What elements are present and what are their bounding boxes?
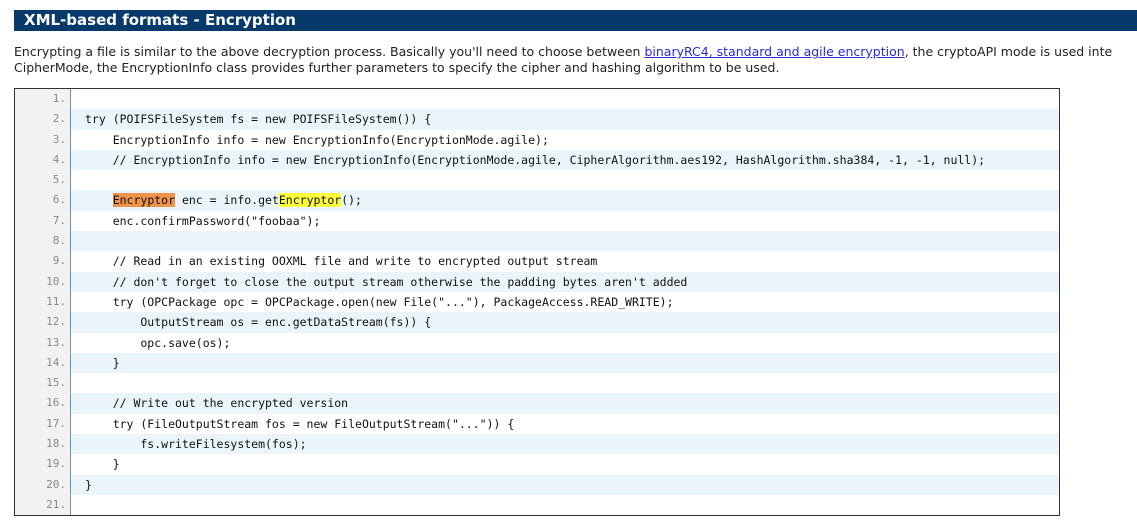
code-text: opc.save(os);: [71, 332, 1059, 353]
code-line: 17. try (FileOutputStream fos = new File…: [15, 413, 1059, 435]
line-number: 19.: [15, 454, 71, 475]
section-header: XML-based formats - Encryption: [14, 10, 1137, 31]
code-line: 7. enc.confirmPassword("foobaa");: [15, 210, 1059, 232]
intro-text-end: , the cryptoAPI mode is used inte: [904, 44, 1113, 59]
code-line: 4. // EncryptionInfo info = new Encrypti…: [15, 149, 1059, 171]
line-number: 2.: [15, 109, 71, 130]
code-text: try (POIFSFileSystem fs = new POIFSFileS…: [71, 109, 1059, 130]
line-number: 8.: [15, 231, 71, 252]
line-number: 16.: [15, 393, 71, 414]
code-line: 21.: [15, 494, 1059, 515]
line-number: 20.: [15, 474, 71, 495]
code-text: [71, 170, 1059, 191]
code-line: 9. // Read in an existing OOXML file and…: [15, 251, 1059, 272]
code-line: 18. fs.writeFilesystem(fos);: [15, 434, 1059, 455]
code-text: // Write out the encrypted version: [71, 393, 1059, 414]
line-number: 17.: [15, 413, 71, 435]
intro-paragraph: Encrypting a file is similar to the abov…: [14, 44, 1137, 76]
code-line: 1.: [15, 89, 1059, 110]
line-number: 13.: [15, 332, 71, 353]
line-number: 11.: [15, 291, 71, 313]
code-text: EncryptionInfo info = new EncryptionInfo…: [71, 129, 1059, 150]
line-number: 10.: [15, 271, 71, 292]
code-line: 11. try (OPCPackage opc = OPCPackage.ope…: [15, 291, 1059, 313]
code-text: Encryptor enc = info.getEncryptor();: [71, 190, 1059, 211]
line-number: 21.: [15, 494, 71, 515]
line-number: 1.: [15, 89, 71, 110]
line-number: 3.: [15, 129, 71, 150]
line-number: 5.: [15, 170, 71, 191]
code-text: [71, 494, 1059, 515]
code-line: 15.: [15, 373, 1059, 394]
code-line: 8.: [15, 231, 1059, 252]
code-line: 2. try (POIFSFileSystem fs = new POIFSFi…: [15, 109, 1059, 130]
code-text: // EncryptionInfo info = new EncryptionI…: [71, 149, 1059, 171]
code-text: OutputStream os = enc.getDataStream(fs))…: [71, 312, 1059, 333]
code-line: 10. // don't forget to close the output …: [15, 271, 1059, 292]
code-text: [71, 231, 1059, 252]
highlighted-term: Encryptor: [112, 193, 176, 208]
code-line: 16. // Write out the encrypted version: [15, 393, 1059, 414]
code-text: }: [71, 352, 1059, 374]
code-text: // don't forget to close the output stre…: [71, 271, 1059, 292]
line-number: 18.: [15, 434, 71, 455]
code-text: try (FileOutputStream fos = new FileOutp…: [71, 413, 1059, 435]
intro-line-2: CipherMode, the EncryptionInfo class pro…: [14, 60, 780, 75]
code-line: 14. }: [15, 352, 1059, 374]
code-text: [71, 373, 1059, 394]
code-text: enc.confirmPassword("foobaa");: [71, 210, 1059, 232]
line-number: 4.: [15, 149, 71, 171]
intro-text-start: Encrypting a file is similar to the abov…: [14, 44, 645, 59]
code-fragment: ();: [341, 193, 362, 208]
section-title: XML-based formats - Encryption: [24, 11, 296, 29]
code-line: 20. }: [15, 474, 1059, 495]
encryption-modes-link[interactable]: binaryRC4, standard and agile encryption: [644, 44, 904, 59]
code-line: 3. EncryptionInfo info = new EncryptionI…: [15, 129, 1059, 150]
code-text: // Read in an existing OOXML file and wr…: [71, 251, 1059, 272]
code-line: 13. opc.save(os);: [15, 332, 1059, 353]
code-text: fs.writeFilesystem(fos);: [71, 434, 1059, 455]
code-block: 1. 2. try (POIFSFileSystem fs = new POIF…: [14, 88, 1060, 516]
code-fragment: enc = info.get: [175, 193, 279, 208]
code-line: 5.: [15, 170, 1059, 191]
code-text: try (OPCPackage opc = OPCPackage.open(ne…: [71, 291, 1059, 313]
code-text: }: [71, 474, 1059, 495]
line-number: 9.: [15, 251, 71, 272]
code-text: }: [71, 454, 1059, 475]
line-number: 7.: [15, 210, 71, 232]
line-number: 6.: [15, 190, 71, 211]
highlighted-term: Encryptor: [278, 193, 342, 208]
code-line: 12. OutputStream os = enc.getDataStream(…: [15, 312, 1059, 333]
intro-line-1: Encrypting a file is similar to the abov…: [14, 44, 1137, 60]
line-number: 15.: [15, 373, 71, 394]
line-number: 14.: [15, 352, 71, 374]
code-line: 6. Encryptor enc = info.getEncryptor();: [15, 190, 1059, 211]
line-number: 12.: [15, 312, 71, 333]
code-text: [71, 89, 1059, 110]
code-line: 19. }: [15, 454, 1059, 475]
